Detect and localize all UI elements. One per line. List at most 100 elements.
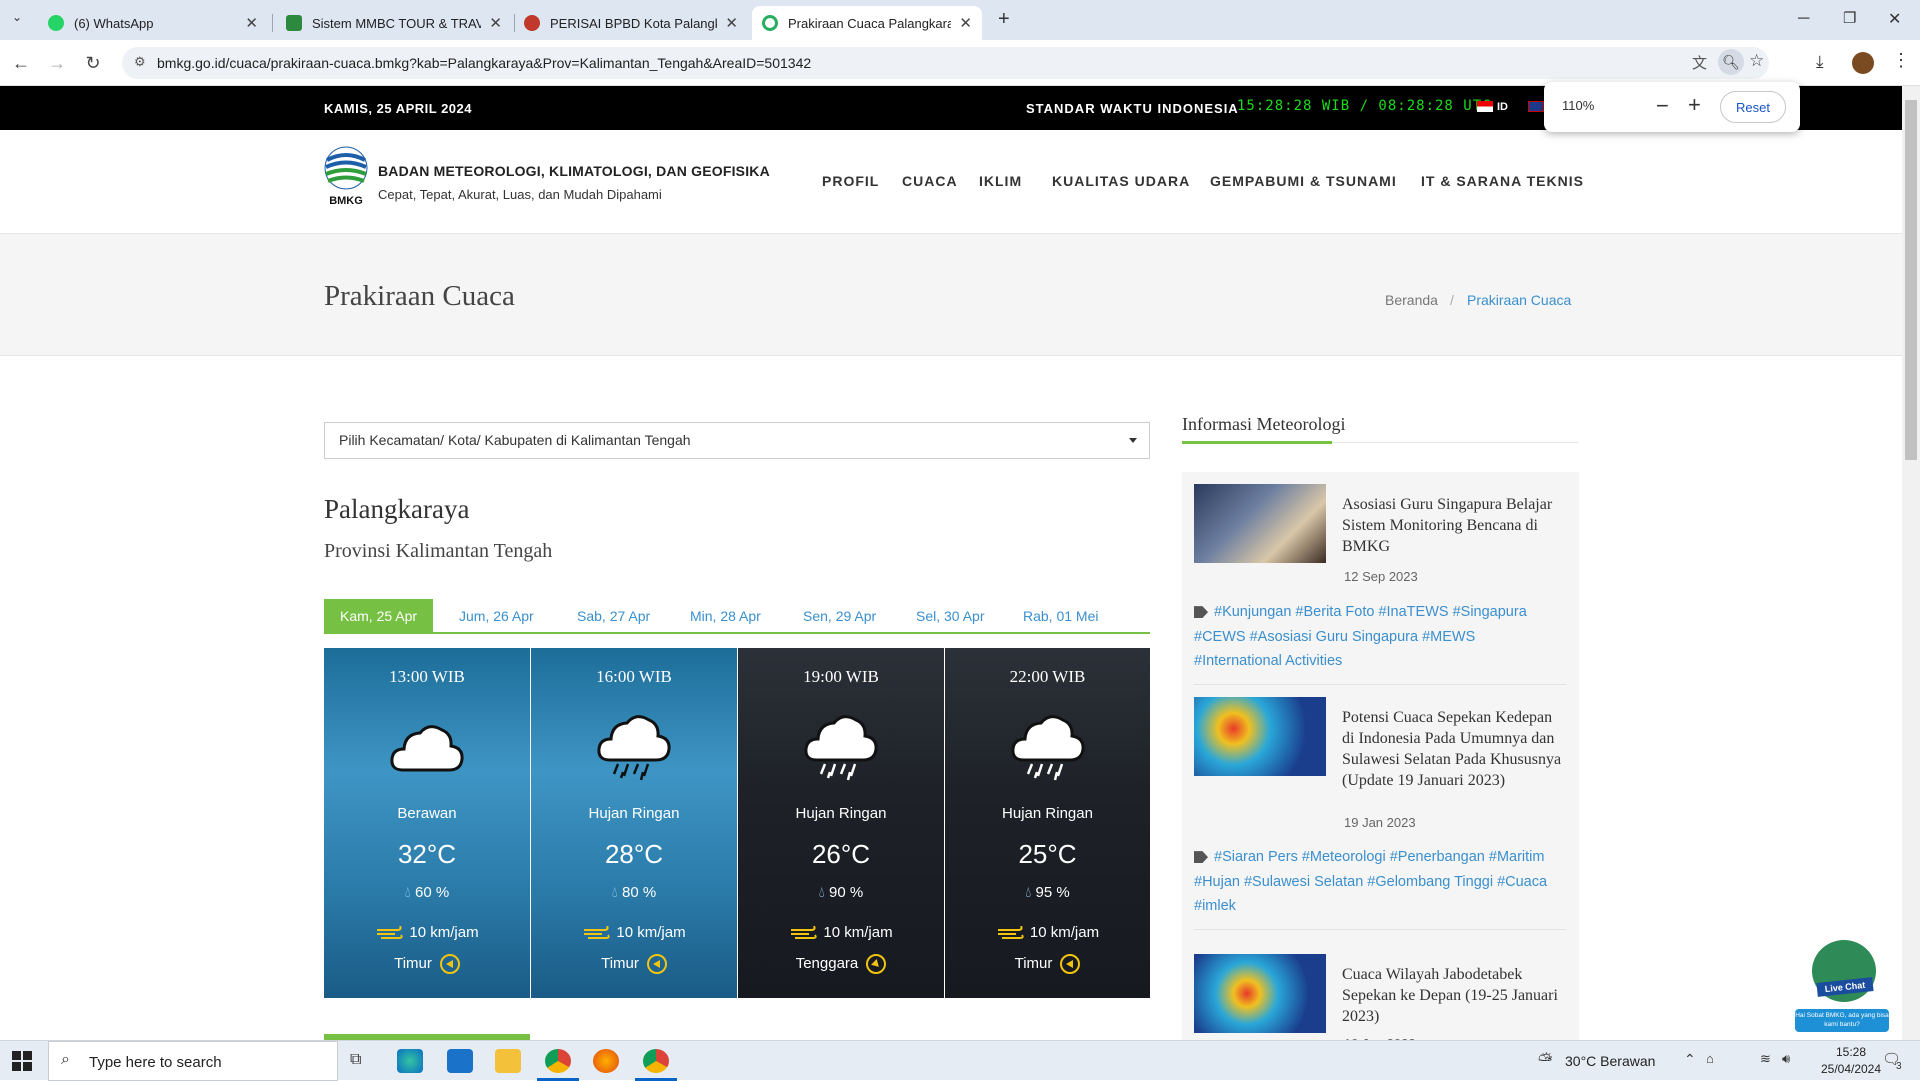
forecast-condition: Hujan Ringan [795, 805, 887, 822]
forecast-direction: Timur [531, 954, 737, 974]
close-window-button[interactable]: ✕ [1888, 9, 1901, 29]
menu-kualitas-udara[interactable]: KUALITAS UDARA [1052, 173, 1190, 189]
news-date: 19 Jan 2023 [1344, 815, 1416, 830]
breadcrumb-home[interactable]: Beranda [1385, 292, 1438, 308]
scrollbar-thumb[interactable] [1905, 100, 1917, 460]
wind-speed: 10 km/jam [616, 924, 686, 941]
tab-search-chevron-icon[interactable]: ⌄ [12, 10, 22, 24]
province-name: Provinsi Kalimantan Tengah [324, 540, 553, 562]
forward-button[interactable]: → [46, 52, 68, 74]
menu-gempabumi[interactable]: GEMPABUMI & TSUNAMI [1210, 173, 1397, 189]
wind-icon [791, 926, 818, 940]
back-button[interactable]: ← [10, 52, 32, 74]
download-icon[interactable]: ⤓ [1816, 52, 1824, 72]
tab-whatsapp[interactable]: (6) WhatsApp ✕ [38, 6, 268, 40]
new-tab-button[interactable]: + [998, 8, 1010, 31]
bookmark-star-icon[interactable]: ☆ [1749, 51, 1764, 71]
live-chat-greeting: Hai Sobat BMKG, ada yang bisa kami bantu… [1795, 1009, 1889, 1032]
tab-day-7[interactable]: Rab, 01 Mei [1023, 599, 1098, 633]
task-view-icon[interactable]: ⧉ [350, 1051, 361, 1069]
zoom-icon[interactable]: 🔍︎ [1718, 49, 1744, 75]
droplet-icon: 💧︎ [1025, 884, 1032, 901]
forecast-humidity: 💧︎ 95 % [945, 884, 1150, 901]
compass-arrow-icon [439, 954, 460, 974]
tab-day-6[interactable]: Sel, 30 Apr [916, 599, 985, 633]
restore-button[interactable]: ❐ [1843, 9, 1856, 27]
chrome-icon[interactable] [545, 1049, 571, 1073]
close-icon[interactable]: ✕ [489, 14, 502, 32]
tag-links[interactable]: #Kunjungan #Berita Foto #InaTEWS #Singap… [1194, 604, 1527, 669]
notification-count: 3 [1896, 1061, 1902, 1072]
wind-direction: Timur [394, 954, 432, 972]
forecast-card: 19:00 WIB Hujan Ringan 26°C 💧︎ 90 % 10 k… [738, 648, 944, 998]
profile-avatar[interactable] [1852, 52, 1874, 74]
site-settings-icon[interactable]: ⚙ [134, 54, 146, 70]
live-chat-widget[interactable]: Live Chat Hai Sobat BMKG, ada yang bisa … [1795, 937, 1889, 1032]
menu-profil[interactable]: PROFIL [822, 173, 879, 189]
news-thumbnail[interactable] [1194, 954, 1326, 1033]
breadcrumb-current: Prakiraan Cuaca [1467, 292, 1572, 308]
menu-cuaca[interactable]: CUACA [902, 173, 958, 189]
news-title[interactable]: Asosiasi Guru Singapura Belajar Sistem M… [1342, 494, 1562, 557]
forecast-temperature: 28°C [604, 839, 664, 869]
zoom-out-button[interactable]: − [1656, 93, 1669, 119]
tag-links[interactable]: #Siaran Pers #Meteorologi #Penerbangan #… [1194, 849, 1547, 914]
bmkg-logo[interactable]: BMKG [324, 146, 368, 206]
tab-day-3[interactable]: Sab, 27 Apr [577, 599, 650, 633]
news-title[interactable]: Potensi Cuaca Sepekan Kedepan di Indones… [1342, 707, 1562, 791]
close-icon[interactable]: ✕ [959, 14, 972, 32]
file-explorer-icon[interactable] [495, 1049, 521, 1073]
forecast-time: 22:00 WIB [1009, 667, 1086, 686]
zoom-reset-button[interactable]: Reset [1720, 91, 1786, 123]
chrome-icon[interactable] [643, 1049, 669, 1073]
mail-icon[interactable] [447, 1049, 473, 1073]
taskbar-weather[interactable]: 30°C Berawan [1565, 1053, 1655, 1069]
minimize-button[interactable]: ─ [1798, 10, 1809, 28]
menu-it-sarana[interactable]: IT & SARANA TEKNIS [1421, 173, 1584, 189]
humidity-value: 60 % [414, 884, 450, 901]
perisai-favicon-icon [524, 15, 540, 31]
news-title[interactable]: Cuaca Wilayah Jabodetabek Sepekan ke Dep… [1342, 964, 1562, 1027]
browser-menu-icon[interactable]: ⋮ [1892, 50, 1910, 71]
location-select-label: Pilih Kecamatan/ Kota/ Kabupaten di Kali… [339, 432, 691, 448]
tag-icon [1194, 851, 1208, 864]
search-icon: ⌕ [61, 1051, 70, 1068]
taskbar-search[interactable]: ⌕ Type here to search [48, 1041, 338, 1081]
zoom-in-button[interactable]: + [1688, 92, 1701, 118]
tab-day-4[interactable]: Min, 28 Apr [690, 599, 761, 633]
wind-icon [584, 926, 611, 940]
menu-iklim[interactable]: IKLIM [979, 173, 1022, 189]
tab-day-2[interactable]: Jum, 26 Apr [459, 599, 534, 633]
tab-mmbc[interactable]: Sistem MMBC TOUR & TRAVEL ✕ [276, 6, 512, 40]
volume-icon[interactable]: 🔊︎ [1782, 1051, 1790, 1067]
close-icon[interactable]: ✕ [245, 14, 258, 32]
news-thumbnail[interactable] [1194, 484, 1326, 563]
location-select[interactable]: Pilih Kecamatan/ Kota/ Kabupaten di Kali… [324, 422, 1150, 459]
forecast-card: 22:00 WIB Hujan Ringan 25°C 💧︎ 95 % 10 k… [945, 648, 1150, 998]
tab-day-1[interactable]: Kam, 25 Apr [324, 599, 434, 633]
forecast-wind: 10 km/jam [531, 924, 737, 941]
tab-prakiraan-cuaca[interactable]: Prakiraan Cuaca Palangkaraya ✕ [752, 6, 982, 40]
language-id-link[interactable]: ID [1497, 101, 1508, 113]
windows-start-icon[interactable] [12, 1051, 32, 1071]
indonesia-flag-icon[interactable] [1477, 101, 1493, 112]
network-icon[interactable]: ⌂ [1706, 1051, 1714, 1066]
forecast-humidity: 💧︎ 90 % [738, 884, 944, 901]
taskbar-clock[interactable]: 15:28 25/04/2024 [1815, 1044, 1887, 1078]
firefox-icon[interactable] [593, 1049, 619, 1073]
edge-icon[interactable] [397, 1049, 423, 1073]
tag-icon [1194, 606, 1208, 619]
chevron-up-icon[interactable]: ⌃ [1684, 1051, 1696, 1068]
tab-day-5[interactable]: Sen, 29 Apr [803, 599, 876, 633]
globe-favicon-icon [286, 15, 302, 31]
breadcrumb-separator: / [1450, 292, 1454, 308]
org-name: BADAN METEOROLOGI, KLIMATOLOGI, DAN GEOF… [378, 163, 770, 179]
translate-icon[interactable]: 文 [1692, 52, 1707, 73]
uk-flag-icon[interactable] [1528, 101, 1544, 112]
weather-cloud-icon: ⛅︎ [1538, 1050, 1553, 1070]
tab-perisai[interactable]: PERISAI BPBD Kota Palangka R ✕ [514, 6, 748, 40]
wifi-icon[interactable]: ≋ [1760, 1051, 1771, 1067]
close-icon[interactable]: ✕ [725, 14, 738, 32]
reload-button[interactable]: ↻ [82, 52, 104, 74]
news-thumbnail[interactable] [1194, 697, 1326, 776]
